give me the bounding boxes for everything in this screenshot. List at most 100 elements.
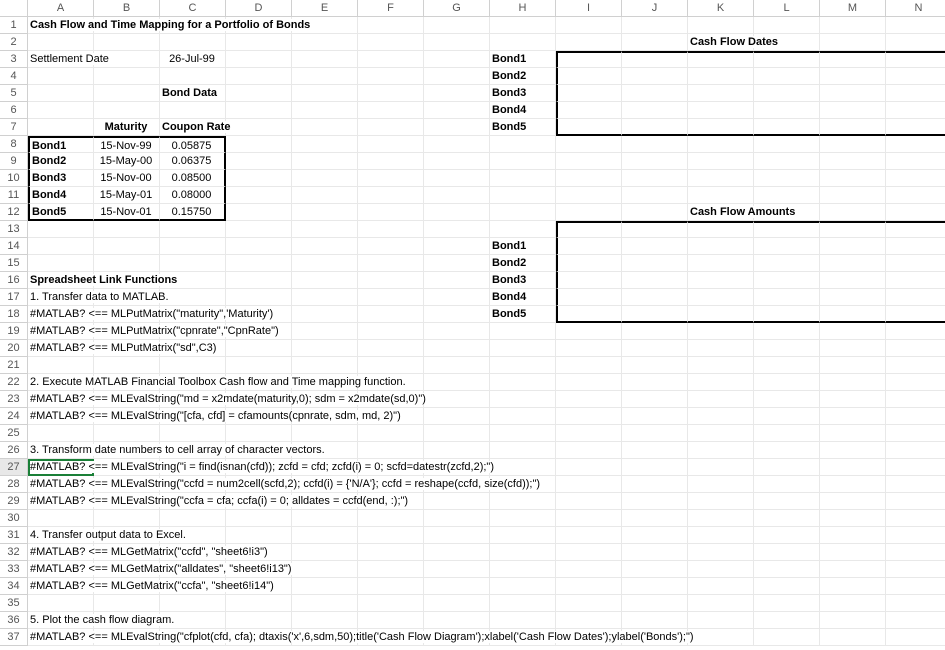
cell-J12[interactable] bbox=[622, 204, 688, 221]
cell-G32[interactable] bbox=[424, 544, 490, 561]
cell-F16[interactable] bbox=[358, 272, 424, 289]
cell-M34[interactable] bbox=[820, 578, 886, 595]
cell-J24[interactable] bbox=[622, 408, 688, 425]
cell-K10[interactable] bbox=[688, 170, 754, 187]
col-header-H[interactable]: H bbox=[490, 0, 556, 17]
cell-E7[interactable] bbox=[292, 119, 358, 136]
cell-D4[interactable] bbox=[226, 68, 292, 85]
cell-H15[interactable]: Bond2 bbox=[490, 255, 556, 272]
cell-M7[interactable] bbox=[820, 119, 886, 136]
col-header-M[interactable]: M bbox=[820, 0, 886, 17]
row-header-14[interactable]: 14 bbox=[0, 238, 28, 255]
cell-A20[interactable]: #MATLAB? <== MLPutMatrix("sd",C3) bbox=[28, 340, 94, 357]
cell-A32[interactable]: #MATLAB? <== MLGetMatrix("ccfd", "sheet6… bbox=[28, 544, 94, 561]
corner-cell[interactable] bbox=[0, 0, 28, 17]
cell-A31[interactable]: 4. Transfer output data to Excel. bbox=[28, 527, 94, 544]
cell-M24[interactable] bbox=[820, 408, 886, 425]
cell-M28[interactable] bbox=[820, 476, 886, 493]
cell-C6[interactable] bbox=[160, 102, 226, 119]
cell-I20[interactable] bbox=[556, 340, 622, 357]
cell-F9[interactable] bbox=[358, 153, 424, 170]
cell-K20[interactable] bbox=[688, 340, 754, 357]
cell-B10[interactable]: 15-Nov-00 bbox=[94, 170, 160, 187]
cell-D17[interactable] bbox=[226, 289, 292, 306]
cell-L37[interactable] bbox=[754, 629, 820, 646]
row-header-8[interactable]: 8 bbox=[0, 136, 28, 153]
cell-N34[interactable] bbox=[886, 578, 945, 595]
cell-A8[interactable]: Bond1 bbox=[28, 136, 94, 153]
cell-N15[interactable] bbox=[886, 255, 945, 272]
cell-G3[interactable] bbox=[424, 51, 490, 68]
cell-K6[interactable] bbox=[688, 102, 754, 119]
cell-G11[interactable] bbox=[424, 187, 490, 204]
row-header-19[interactable]: 19 bbox=[0, 323, 28, 340]
cell-D16[interactable] bbox=[226, 272, 292, 289]
cell-E2[interactable] bbox=[292, 34, 358, 51]
cell-J32[interactable] bbox=[622, 544, 688, 561]
cell-H21[interactable] bbox=[490, 357, 556, 374]
cell-K29[interactable] bbox=[688, 493, 754, 510]
cell-J15[interactable] bbox=[622, 255, 688, 272]
col-header-J[interactable]: J bbox=[622, 0, 688, 17]
cell-N5[interactable] bbox=[886, 85, 945, 102]
cell-H2[interactable] bbox=[490, 34, 556, 51]
cell-F15[interactable] bbox=[358, 255, 424, 272]
cell-C21[interactable] bbox=[160, 357, 226, 374]
cell-M27[interactable] bbox=[820, 459, 886, 476]
cell-N16[interactable] bbox=[886, 272, 945, 289]
cell-F2[interactable] bbox=[358, 34, 424, 51]
cell-E32[interactable] bbox=[292, 544, 358, 561]
cell-D5[interactable] bbox=[226, 85, 292, 102]
cell-L24[interactable] bbox=[754, 408, 820, 425]
cell-M14[interactable] bbox=[820, 238, 886, 255]
col-header-E[interactable]: E bbox=[292, 0, 358, 17]
row-header-16[interactable]: 16 bbox=[0, 272, 28, 289]
cell-J26[interactable] bbox=[622, 442, 688, 459]
row-header-18[interactable]: 18 bbox=[0, 306, 28, 323]
cell-J25[interactable] bbox=[622, 425, 688, 442]
cell-J7[interactable] bbox=[622, 119, 688, 136]
cell-M29[interactable] bbox=[820, 493, 886, 510]
cell-M10[interactable] bbox=[820, 170, 886, 187]
cell-E8[interactable] bbox=[292, 136, 358, 153]
cell-K23[interactable] bbox=[688, 391, 754, 408]
cell-L34[interactable] bbox=[754, 578, 820, 595]
cell-J21[interactable] bbox=[622, 357, 688, 374]
cell-J34[interactable] bbox=[622, 578, 688, 595]
cell-A9[interactable]: Bond2 bbox=[28, 153, 94, 170]
cell-L8[interactable] bbox=[754, 136, 820, 153]
cell-F14[interactable] bbox=[358, 238, 424, 255]
cell-E13[interactable] bbox=[292, 221, 358, 238]
cell-M32[interactable] bbox=[820, 544, 886, 561]
cell-C8[interactable]: 0.05875 bbox=[160, 136, 226, 153]
cell-F25[interactable] bbox=[358, 425, 424, 442]
cell-A3[interactable]: Settlement Date bbox=[28, 51, 94, 68]
cell-J16[interactable] bbox=[622, 272, 688, 289]
cell-N8[interactable] bbox=[886, 136, 945, 153]
cell-J3[interactable] bbox=[622, 51, 688, 68]
cell-J19[interactable] bbox=[622, 323, 688, 340]
cell-H29[interactable] bbox=[490, 493, 556, 510]
cell-N17[interactable] bbox=[886, 289, 945, 306]
cell-N4[interactable] bbox=[886, 68, 945, 85]
cell-G21[interactable] bbox=[424, 357, 490, 374]
cell-N29[interactable] bbox=[886, 493, 945, 510]
cell-L21[interactable] bbox=[754, 357, 820, 374]
cell-F7[interactable] bbox=[358, 119, 424, 136]
cell-J10[interactable] bbox=[622, 170, 688, 187]
cell-N35[interactable] bbox=[886, 595, 945, 612]
cell-F11[interactable] bbox=[358, 187, 424, 204]
cell-N2[interactable] bbox=[886, 34, 945, 51]
cell-A15[interactable] bbox=[28, 255, 94, 272]
cell-G15[interactable] bbox=[424, 255, 490, 272]
cell-C15[interactable] bbox=[160, 255, 226, 272]
row-header-12[interactable]: 12 bbox=[0, 204, 28, 221]
cell-F33[interactable] bbox=[358, 561, 424, 578]
cell-A37[interactable]: #MATLAB? <== MLEvalString("cfplot(cfd, c… bbox=[28, 629, 94, 646]
cell-L18[interactable] bbox=[754, 306, 820, 323]
cell-J8[interactable] bbox=[622, 136, 688, 153]
cell-G26[interactable] bbox=[424, 442, 490, 459]
cell-I35[interactable] bbox=[556, 595, 622, 612]
cell-H36[interactable] bbox=[490, 612, 556, 629]
row-header-15[interactable]: 15 bbox=[0, 255, 28, 272]
